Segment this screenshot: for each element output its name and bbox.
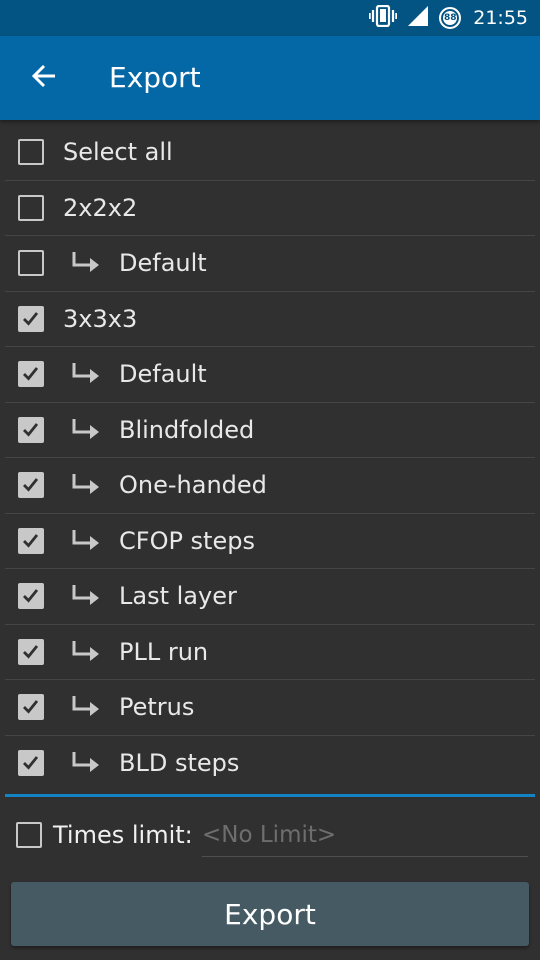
toolbar: Export bbox=[0, 36, 540, 120]
list-item-label: 3x3x3 bbox=[63, 304, 138, 333]
list-item[interactable]: Last layer bbox=[5, 569, 535, 625]
list-item-checkbox[interactable] bbox=[18, 694, 44, 721]
list-item[interactable]: One-handed bbox=[5, 458, 535, 514]
export-category-list: Select all 2x2x2 Default 3x3x3 Default Blindf… bbox=[0, 125, 540, 791]
list-item-label: Petrus bbox=[119, 693, 195, 721]
subitem-arrow-icon bbox=[71, 751, 101, 779]
list-item[interactable]: Blindfolded bbox=[5, 403, 535, 458]
list-item[interactable]: Default bbox=[5, 347, 535, 403]
page-title: Export bbox=[109, 61, 201, 94]
list-item[interactable]: CFOP steps bbox=[5, 514, 535, 569]
battery-level: 88 bbox=[443, 13, 457, 23]
list-item[interactable]: 3x3x3 bbox=[5, 292, 535, 347]
status-icons: 88 21:55 bbox=[369, 0, 528, 36]
list-item-label: Select all bbox=[63, 138, 173, 166]
subitem-arrow-icon bbox=[71, 251, 101, 279]
list-item-label: Last layer bbox=[119, 582, 237, 610]
subitem-arrow-icon bbox=[71, 362, 101, 390]
vibrate-icon bbox=[369, 4, 398, 31]
list-item-checkbox[interactable] bbox=[18, 305, 44, 332]
list-item[interactable]: Petrus bbox=[5, 680, 535, 736]
times-limit-row: Times limit: bbox=[0, 806, 540, 864]
list-item-checkbox[interactable] bbox=[18, 139, 44, 166]
list-item-checkbox[interactable] bbox=[18, 194, 44, 221]
status-time: 21:55 bbox=[473, 7, 528, 29]
list-item-label: CFOP steps bbox=[119, 526, 255, 555]
list-item-checkbox[interactable] bbox=[18, 750, 44, 777]
times-limit-input[interactable] bbox=[202, 814, 528, 857]
list-item-checkbox[interactable] bbox=[18, 527, 44, 554]
list-item[interactable]: 2x2x2 bbox=[5, 181, 535, 236]
back-button[interactable] bbox=[24, 58, 64, 98]
times-limit-checkbox[interactable] bbox=[16, 822, 42, 848]
list-item-label: BLD steps bbox=[119, 748, 240, 777]
list-item-checkbox[interactable] bbox=[18, 361, 44, 388]
list-item-label: One-handed bbox=[119, 471, 267, 499]
subitem-arrow-icon bbox=[71, 473, 101, 501]
status-bar: 88 21:55 bbox=[0, 0, 540, 36]
list-item-label: Default bbox=[119, 360, 207, 388]
subitem-arrow-icon bbox=[71, 529, 101, 557]
arrow-left-icon bbox=[31, 63, 57, 93]
list-item-checkbox[interactable] bbox=[18, 583, 44, 610]
times-limit-label: Times limit: bbox=[53, 821, 193, 849]
list-item[interactable]: BLD steps bbox=[5, 736, 535, 792]
list-item-label: 2x2x2 bbox=[63, 193, 138, 222]
list-item-label: PLL run bbox=[119, 637, 209, 666]
section-divider bbox=[5, 794, 535, 797]
list-item-checkbox[interactable] bbox=[18, 416, 44, 443]
list-item[interactable]: PLL run bbox=[5, 625, 535, 680]
subitem-arrow-icon bbox=[71, 418, 101, 446]
list-item-checkbox[interactable] bbox=[18, 638, 44, 665]
list-item-label: Blindfolded bbox=[119, 415, 255, 444]
list-item-label: Default bbox=[119, 249, 207, 277]
export-button[interactable]: Export bbox=[11, 882, 529, 946]
list-item-checkbox[interactable] bbox=[18, 472, 44, 499]
subitem-arrow-icon bbox=[71, 584, 101, 612]
battery-icon: 88 bbox=[439, 7, 462, 29]
list-item[interactable]: Default bbox=[5, 236, 535, 292]
subitem-arrow-icon bbox=[71, 695, 101, 723]
signal-icon bbox=[407, 5, 429, 31]
list-item[interactable]: Select all bbox=[5, 125, 535, 181]
subitem-arrow-icon bbox=[71, 640, 101, 668]
list-item-checkbox[interactable] bbox=[18, 250, 44, 277]
